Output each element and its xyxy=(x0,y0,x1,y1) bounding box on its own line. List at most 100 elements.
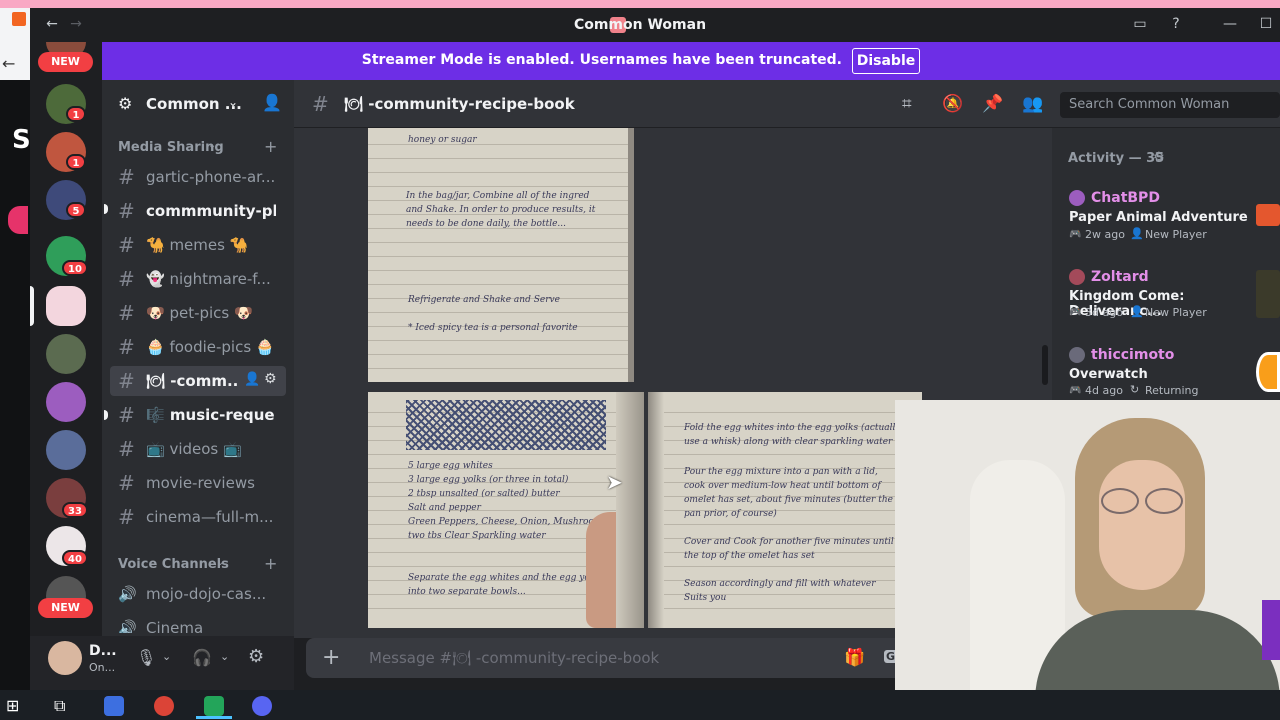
controller-icon: 🎮 xyxy=(1069,307,1082,318)
taskbar-app-icon[interactable] xyxy=(104,696,124,716)
windows-start-icon[interactable]: ⊞ xyxy=(6,696,19,715)
activity-game: Paper Animal Adventure xyxy=(1069,210,1248,225)
chevron-down-icon: ⌄ xyxy=(228,95,239,109)
handwritten-line: 2 tbsp unsalted (or salted) butter xyxy=(408,489,560,499)
handwritten-line: Salt and pepper xyxy=(408,503,481,513)
voice-channel-item[interactable]: 🔊 Cinema xyxy=(110,613,286,633)
avatar xyxy=(1069,347,1085,363)
maximize-icon[interactable]: ☐ xyxy=(1256,16,1276,34)
handwritten-line: honey or sugar xyxy=(408,135,477,145)
help-icon[interactable]: ? xyxy=(1166,16,1186,34)
chevron-down-icon[interactable]: ⌄ xyxy=(220,650,229,663)
channel-item[interactable]: # 🎼 music-reque... xyxy=(110,400,286,430)
disable-streamer-mode-button[interactable]: Disable xyxy=(852,48,920,74)
handwritten-line: needs to be done daily, the bottle... xyxy=(406,219,566,229)
microphone-icon[interactable]: 🎙 xyxy=(136,648,156,667)
server-icon-common-woman[interactable] xyxy=(46,286,86,326)
channel-item-active[interactable]: # 🍽 -comm... 👤 ⚙ xyxy=(110,366,286,396)
speaker-icon: 🔊 xyxy=(118,619,137,633)
gift-icon[interactable]: 🎁 xyxy=(844,648,865,668)
task-view-icon[interactable]: ⧉ xyxy=(54,696,65,716)
threads-icon[interactable]: ⌗ xyxy=(902,94,912,114)
channel-item[interactable]: # movie-reviews xyxy=(110,468,286,498)
channel-label: movie-reviews xyxy=(146,474,255,492)
minimize-icon[interactable]: — xyxy=(1220,16,1240,34)
activity-user: ChatBPD xyxy=(1091,190,1160,206)
invite-people-icon[interactable]: 👤 xyxy=(262,93,282,112)
invite-icon[interactable]: 👤 xyxy=(244,372,260,387)
channel-item[interactable]: # 🧁 foodie-pics 🧁 xyxy=(110,332,286,362)
channel-label: commmunity-ph... xyxy=(146,202,276,220)
mouse-cursor-icon: ➤ xyxy=(606,470,623,494)
outer-back-arrow-icon[interactable]: ← xyxy=(2,54,15,73)
pin-icon[interactable]: 📌 xyxy=(982,94,1003,114)
hash-icon: # xyxy=(118,335,135,359)
unread-badge: 1 xyxy=(66,106,86,122)
handwritten-line: Season accordingly and fill with whateve… xyxy=(684,579,876,589)
add-channel-icon[interactable]: + xyxy=(264,137,277,156)
channel-label: 🐪 memes 🐪 xyxy=(146,236,249,254)
recipe-photo-top[interactable]: honey or sugar In the bag/jar, Combine a… xyxy=(368,128,634,382)
gear-icon[interactable]: ⚙ xyxy=(1153,150,1165,165)
member-list-icon[interactable]: 👥 xyxy=(1022,94,1043,114)
activity-tag: Returning xyxy=(1145,384,1199,397)
user-status: On... xyxy=(89,661,116,674)
channel-label: 🍽 -comm... xyxy=(146,372,238,390)
notification-bell-muted-icon[interactable]: 🔕 xyxy=(942,94,963,114)
handwritten-line: pan prior, of course) xyxy=(684,509,777,519)
chevron-down-icon: ⌄ xyxy=(216,557,225,568)
notebook-spine xyxy=(648,392,664,628)
hash-icon: # xyxy=(118,165,135,189)
server-icon-6[interactable] xyxy=(46,382,86,422)
recipe-photo-bottom-left[interactable]: 5 large egg whites 3 large egg yolks (or… xyxy=(368,392,644,628)
channel-label: 🎼 music-reque... xyxy=(146,406,276,424)
avatar[interactable] xyxy=(48,641,82,675)
server-icon-5[interactable] xyxy=(46,334,86,374)
channel-item[interactable]: # 🐶 pet-pics 🐶 xyxy=(110,298,286,328)
outer-app-icon xyxy=(8,206,28,234)
channel-item[interactable]: # cinema—full-m... xyxy=(110,502,286,532)
forward-arrow-icon[interactable]: → xyxy=(66,16,86,34)
chevron-down-icon: ⌄ xyxy=(208,140,217,151)
search-placeholder: Search Common Woman xyxy=(1069,97,1230,112)
add-attachment-icon[interactable]: + xyxy=(322,645,340,670)
webcam-overlay xyxy=(895,400,1280,720)
handwritten-line: 5 large egg whites xyxy=(408,461,493,471)
hash-icon: # xyxy=(118,403,135,427)
discord-icon[interactable] xyxy=(252,696,272,716)
category-voice-channels[interactable]: Voice Channels xyxy=(118,557,229,572)
recipe-photo-bottom-right[interactable]: Fold the egg whites into the egg yolks (… xyxy=(648,392,922,628)
channel-item[interactable]: # 🐪 memes 🐪 xyxy=(110,230,286,260)
voice-channel-item[interactable]: 🔊 mojo-dojo-cas... xyxy=(110,579,286,609)
channel-item[interactable]: # 👻 nightmare-f... xyxy=(110,264,286,294)
game-thumbnail xyxy=(1256,204,1280,226)
scrollbar-thumb[interactable] xyxy=(1042,345,1048,385)
unread-badge: 40 xyxy=(62,550,88,566)
headphones-icon[interactable]: 🎧 xyxy=(192,648,212,667)
hash-icon: # xyxy=(118,369,135,393)
hash-icon: # xyxy=(118,267,135,291)
chrome-icon[interactable] xyxy=(154,696,174,716)
channel-item[interactable]: # 📺 videos 📺 xyxy=(110,434,286,464)
user-settings-gear-icon[interactable]: ⚙ xyxy=(248,646,264,667)
selected-server-pill xyxy=(30,286,34,326)
taskbar-app-icon[interactable] xyxy=(204,696,224,716)
channel-label: 📺 videos 📺 xyxy=(146,440,242,458)
outer-dark-strip xyxy=(0,80,30,690)
channel-label: 👻 nightmare-f... xyxy=(146,270,271,288)
back-arrow-icon[interactable]: ← xyxy=(42,16,62,34)
channel-item[interactable]: # commmunity-ph... xyxy=(110,196,286,226)
add-channel-icon[interactable]: + xyxy=(264,554,277,573)
inbox-icon[interactable]: ▭ xyxy=(1130,16,1150,34)
gear-icon[interactable]: ⚙ xyxy=(264,371,277,387)
taskbar xyxy=(0,690,1280,720)
server-icon-7[interactable] xyxy=(46,430,86,470)
chevron-down-icon[interactable]: ⌄ xyxy=(162,650,171,663)
voice-channel-label: mojo-dojo-cas... xyxy=(146,585,267,603)
scribbled-out-text xyxy=(406,400,606,450)
channel-item[interactable]: # gartic-phone-ar... xyxy=(110,162,286,192)
top-accent-bar xyxy=(0,0,1280,8)
hash-icon: # xyxy=(118,233,135,257)
soundcloud-icon xyxy=(12,12,26,26)
channel-label: gartic-phone-ar... xyxy=(146,168,276,186)
